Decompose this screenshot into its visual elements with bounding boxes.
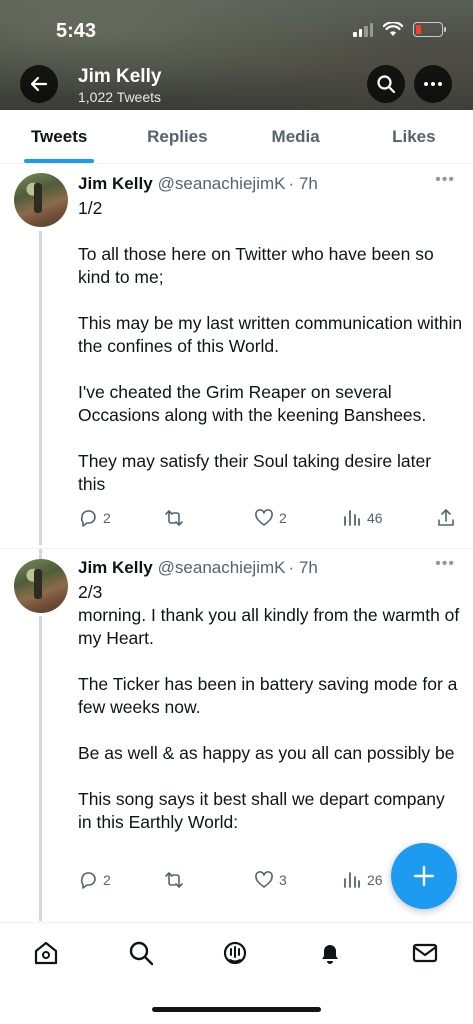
- profile-header: 5:43 Jim Kelly 1,022 Tweets: [0, 0, 473, 110]
- views-count: 26: [367, 872, 383, 888]
- nav-messages[interactable]: [409, 937, 441, 969]
- tab-media[interactable]: Media: [237, 110, 355, 163]
- tab-tweets[interactable]: Tweets: [0, 110, 118, 163]
- profile-name: Jim Kelly: [78, 66, 162, 87]
- explore-icon: [129, 941, 154, 966]
- reply-count: 2: [103, 872, 111, 888]
- search-button[interactable]: [367, 65, 405, 103]
- tweet-more-icon[interactable]: •••: [435, 555, 455, 573]
- share-button[interactable]: [436, 508, 456, 528]
- author-handle[interactable]: @seanachiejimK: [158, 174, 286, 194]
- status-time: 5:43: [56, 20, 97, 42]
- tab-likes[interactable]: Likes: [355, 110, 473, 163]
- tab-tweets-label: Tweets: [30, 126, 88, 146]
- author-handle[interactable]: @seanachiejimK: [158, 558, 286, 578]
- retweet-icon: [165, 510, 183, 526]
- nav-explore[interactable]: [125, 937, 157, 969]
- tweet-text: 2/3 morning. I thank you all kindly from…: [78, 582, 460, 832]
- reply-button[interactable]: 2: [78, 870, 111, 890]
- tweet-count: 1,022 Tweets: [78, 89, 162, 105]
- author-name[interactable]: Jim Kelly: [78, 558, 153, 578]
- more-icon: [424, 82, 442, 86]
- views-icon: [344, 510, 360, 526]
- tweet-time: · 7h: [288, 558, 318, 577]
- tweet-time: · 7h: [288, 174, 318, 193]
- status-icons: [353, 22, 446, 37]
- profile-tabs: Tweets Replies Media Likes: [0, 110, 473, 164]
- messages-icon: [412, 943, 438, 963]
- signal-icon: [353, 22, 373, 37]
- like-button[interactable]: 3: [254, 870, 287, 890]
- tweet-header: Jim Kelly @seanachiejimK · 7h: [78, 174, 318, 194]
- tab-replies-label: Replies: [147, 126, 208, 146]
- author-name[interactable]: Jim Kelly: [78, 174, 153, 194]
- more-button[interactable]: [414, 65, 452, 103]
- nav-spaces[interactable]: [219, 937, 251, 969]
- like-icon: [255, 871, 273, 888]
- tab-media-label: Media: [271, 126, 320, 146]
- back-button[interactable]: [20, 65, 58, 103]
- like-count: 3: [279, 872, 287, 888]
- tab-replies[interactable]: Replies: [118, 110, 236, 163]
- thread-line: [39, 616, 42, 921]
- nav-notifications[interactable]: [314, 937, 346, 969]
- thread-line: [39, 549, 42, 559]
- like-button[interactable]: 2: [254, 508, 287, 528]
- reply-count: 2: [103, 510, 111, 526]
- tab-likes-label: Likes: [392, 126, 436, 146]
- tweet-text: 1/2 To all those here on Twitter who hav…: [78, 198, 463, 494]
- battery-icon: [413, 22, 446, 37]
- views-button[interactable]: 26: [342, 870, 383, 890]
- tweet-more-icon[interactable]: •••: [435, 171, 455, 189]
- active-tab-indicator: [24, 159, 95, 163]
- retweet-icon: [165, 872, 183, 888]
- share-icon: [438, 509, 454, 526]
- notifications-icon: [322, 945, 338, 964]
- thread-line: [39, 231, 42, 545]
- compose-button[interactable]: [391, 843, 457, 909]
- nav-home[interactable]: [30, 937, 62, 969]
- tweet-actions: 2 2 46: [78, 508, 458, 532]
- home-indicator[interactable]: [152, 1007, 321, 1012]
- search-icon: [377, 75, 396, 94]
- views-count: 46: [367, 510, 383, 526]
- spaces-icon: [223, 941, 247, 965]
- retweet-button[interactable]: [164, 508, 189, 528]
- like-count: 2: [279, 510, 287, 526]
- reply-icon: [80, 510, 96, 527]
- views-button[interactable]: 46: [342, 508, 383, 528]
- retweet-button[interactable]: [164, 870, 189, 890]
- tweet[interactable]: Jim Kelly @seanachiejimK · 7h ••• 1/2 To…: [0, 165, 473, 545]
- compose-icon: [413, 865, 435, 887]
- tweet-header: Jim Kelly @seanachiejimK · 7h: [78, 558, 318, 578]
- avatar[interactable]: [14, 559, 68, 613]
- reply-button[interactable]: 2: [78, 508, 111, 528]
- reply-icon: [80, 872, 96, 889]
- like-icon: [255, 509, 273, 526]
- back-arrow-icon: [30, 76, 48, 92]
- home-icon: [34, 941, 58, 965]
- views-icon: [344, 872, 360, 888]
- wifi-icon: [383, 22, 403, 36]
- avatar[interactable]: [14, 173, 68, 227]
